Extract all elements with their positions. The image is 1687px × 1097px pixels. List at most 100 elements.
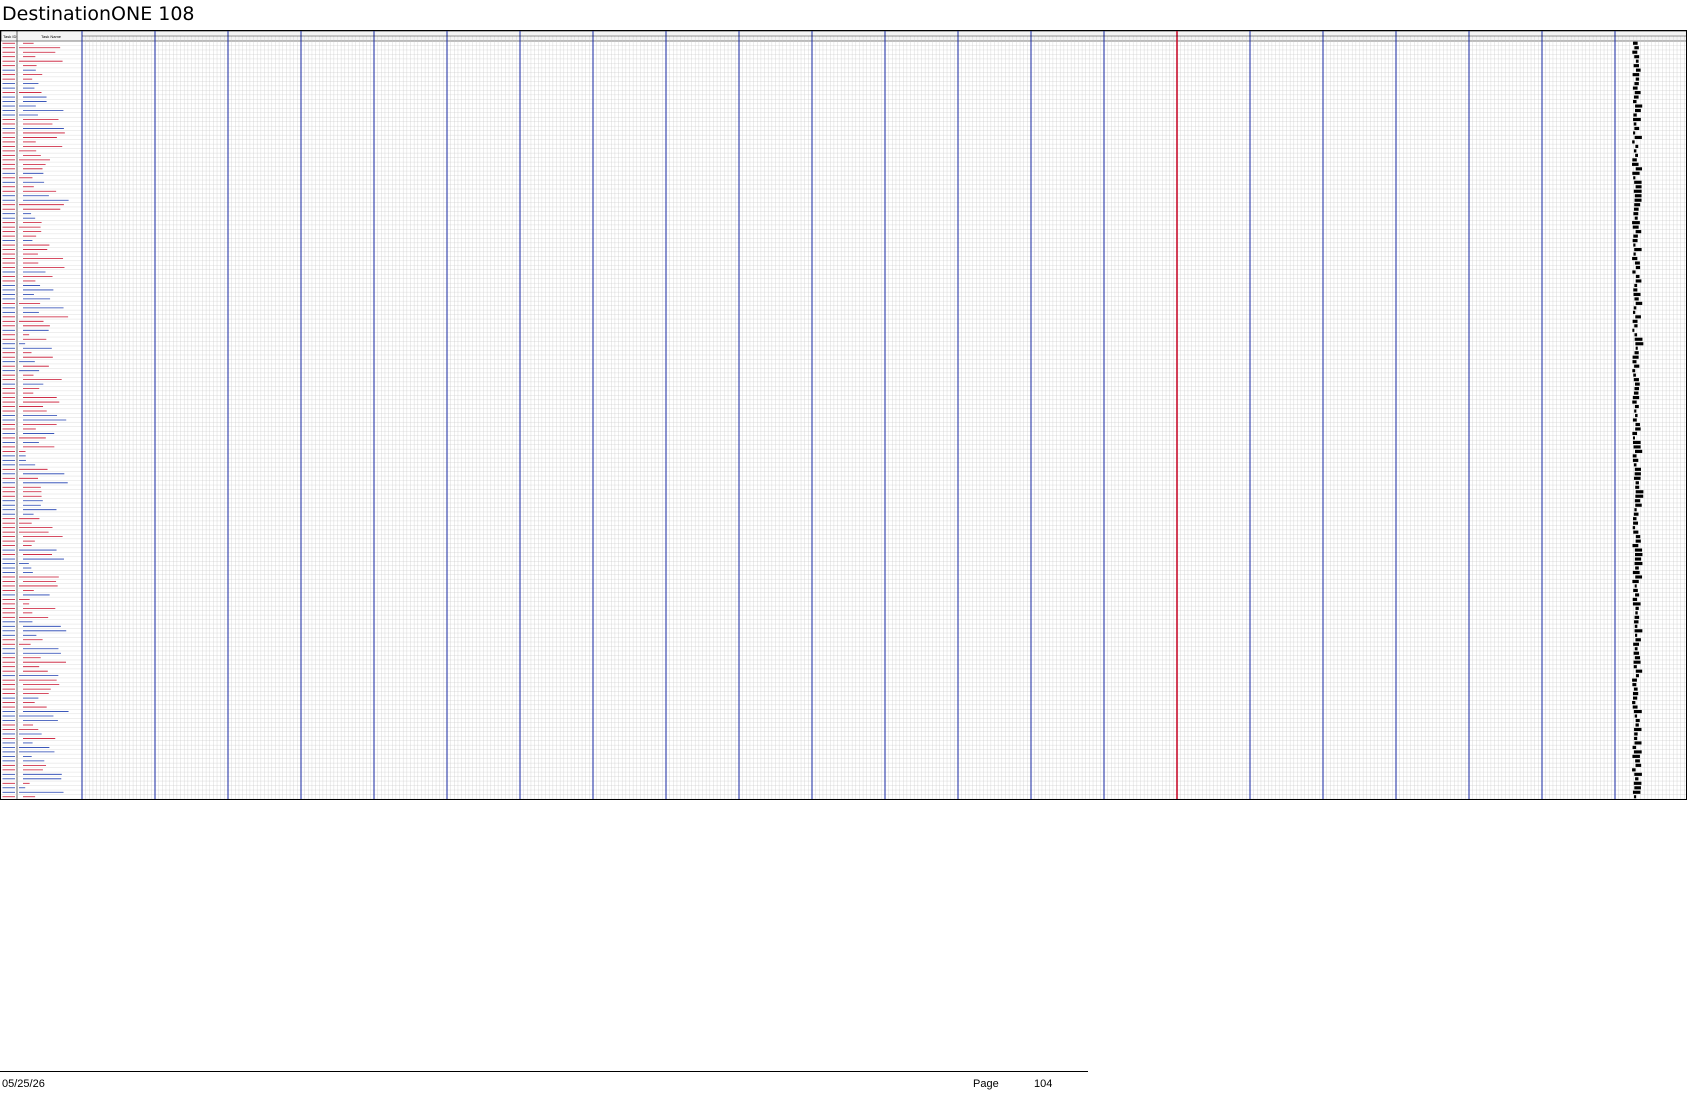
task-bar	[1632, 436, 1635, 440]
task-bar	[1634, 135, 1642, 140]
task-bar	[1633, 234, 1638, 238]
task-bar	[1632, 41, 1638, 45]
task-bar	[1632, 396, 1640, 400]
task-bar	[1635, 552, 1643, 557]
task-bar	[1632, 239, 1638, 243]
task-bar	[1634, 647, 1638, 651]
task-bar	[1634, 55, 1640, 59]
task-bar	[1634, 387, 1640, 391]
task-bar	[1633, 463, 1637, 467]
task-bar	[1634, 741, 1642, 745]
task-bar	[1632, 400, 1637, 404]
task-bar	[1632, 745, 1637, 749]
task-bar	[1635, 763, 1642, 767]
task-bar	[1632, 73, 1640, 77]
task-bar	[1634, 727, 1642, 732]
footer-page-label: Page	[973, 1078, 999, 1090]
task-bar	[1635, 566, 1639, 570]
task-bar	[1635, 674, 1639, 678]
task-bar	[1632, 705, 1638, 709]
footer-page-number: 104	[1034, 1078, 1053, 1090]
task-bar	[1635, 481, 1639, 485]
task-bar	[1633, 252, 1636, 256]
task-bar	[1633, 64, 1639, 68]
task-bar	[1635, 104, 1643, 108]
task-bar	[1632, 696, 1638, 700]
task-bar	[1633, 687, 1638, 691]
task-bar	[1632, 355, 1639, 359]
task-bar	[1634, 732, 1638, 736]
task-bar	[1634, 198, 1642, 202]
task-bar	[1634, 364, 1640, 368]
task-bar	[1632, 579, 1639, 584]
task-bar	[1634, 108, 1641, 113]
footer-divider	[0, 1071, 1088, 1072]
footer-date: 05/25/26	[2, 1078, 45, 1090]
task-bar	[1635, 274, 1640, 279]
task-bar	[1633, 378, 1639, 382]
task-bar	[1635, 485, 1640, 489]
task-bar	[1632, 431, 1638, 436]
task-bar	[1634, 194, 1642, 198]
task-bar	[1633, 176, 1636, 180]
task-bar	[1633, 149, 1637, 153]
task-bar	[1632, 140, 1635, 144]
task-bar	[1635, 535, 1641, 539]
task-bar	[1635, 144, 1639, 148]
task-bar	[1632, 171, 1640, 175]
task-bar	[1633, 292, 1641, 296]
task-bar	[1632, 597, 1638, 601]
task-bar	[1633, 521, 1639, 525]
task-bar	[1634, 404, 1639, 409]
task-bar	[1635, 427, 1641, 431]
task-bar	[1635, 638, 1641, 642]
task-bar	[1634, 472, 1641, 476]
task-bar	[1632, 162, 1639, 166]
task-bar	[1632, 440, 1641, 444]
task-bar	[1633, 95, 1639, 99]
task-bar	[1635, 539, 1641, 543]
task-bar	[1633, 131, 1636, 135]
task-bar	[1635, 315, 1641, 319]
task-bar	[1632, 570, 1640, 575]
task-bar	[1635, 413, 1638, 418]
task-bar	[1632, 360, 1637, 364]
task-bar	[1635, 230, 1642, 234]
task-bar	[1632, 158, 1637, 162]
task-bar	[1635, 265, 1641, 270]
task-bar	[1633, 651, 1640, 655]
task-bar	[1633, 660, 1641, 664]
task-bar	[1632, 418, 1637, 422]
task-bar	[1635, 723, 1639, 727]
task-bar	[1632, 221, 1640, 225]
task-bar	[1632, 310, 1636, 314]
task-bar	[1635, 68, 1641, 72]
task-bar	[1633, 750, 1642, 754]
task-bar	[1632, 86, 1638, 90]
task-bar	[1635, 611, 1638, 615]
task-bar	[1634, 261, 1640, 265]
task-bar	[1635, 490, 1644, 494]
task-bar	[1632, 692, 1639, 696]
task-bar	[1632, 454, 1637, 458]
task-bar	[1632, 328, 1635, 332]
task-bar	[1633, 117, 1641, 122]
task-bar	[1634, 584, 1637, 588]
task-bar	[1634, 180, 1642, 184]
task-bar	[1634, 476, 1641, 480]
task-bar	[1633, 588, 1638, 593]
task-bar	[1634, 409, 1637, 413]
task-bar	[1633, 512, 1639, 516]
task-bar	[1633, 212, 1639, 216]
task-bar	[1634, 382, 1640, 386]
task-bar	[1634, 333, 1638, 337]
task-bar	[1635, 575, 1643, 579]
task-bar	[1635, 153, 1638, 157]
task-bar	[1635, 301, 1643, 305]
task-bar	[1632, 768, 1636, 772]
task-bar	[1634, 561, 1643, 566]
task-bar	[1635, 759, 1640, 763]
task-bar	[1633, 99, 1637, 104]
header-task-id: Task ID	[3, 34, 16, 39]
task-bar	[1634, 786, 1641, 790]
